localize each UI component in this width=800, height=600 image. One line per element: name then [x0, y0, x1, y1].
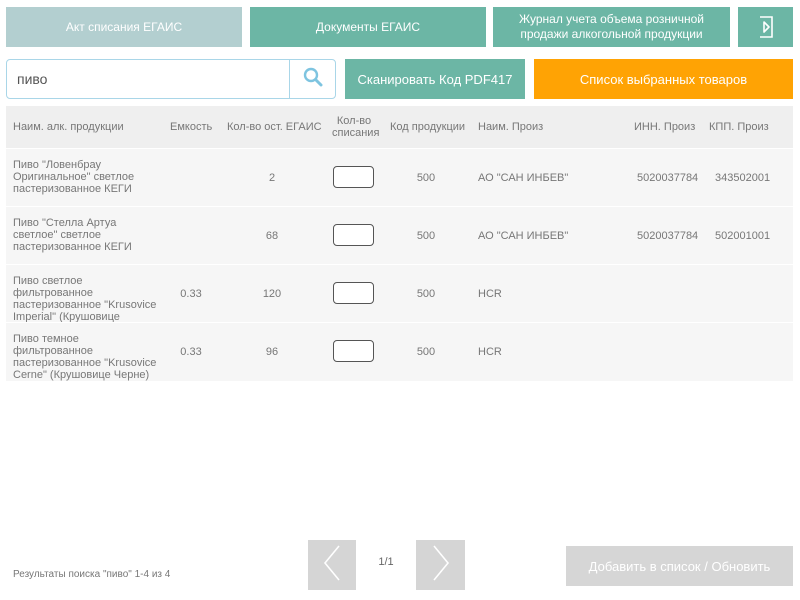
- search-results-status: Результаты поиска "пиво" 1-4 из 4: [13, 569, 171, 580]
- header-kpp: КПП. Произ: [709, 121, 769, 133]
- scan-pdf417-label: Сканировать Код PDF417: [357, 71, 513, 87]
- row-inn: 5020037784: [637, 230, 699, 242]
- retail-sales-journal-button[interactable]: Журнал учета объема розничной продажи ал…: [493, 7, 730, 47]
- row-producer: HCR: [478, 346, 502, 358]
- retail-sales-journal-label: Журнал учета объема розничной продажи ал…: [519, 12, 704, 41]
- header-producer: Наим. Произ: [478, 121, 544, 133]
- table-row[interactable]: Пиво темное фильтрованное пастеризованно…: [6, 322, 793, 381]
- table-row[interactable]: Пиво "Стелла Артуа светлое" светлое паст…: [6, 206, 793, 265]
- row-stock: 96: [265, 346, 279, 358]
- table-row[interactable]: Пиво светлое фильтрованное пастеризованн…: [6, 264, 793, 323]
- page-indicator: 1/1: [378, 556, 394, 568]
- row-code: 500: [416, 230, 436, 242]
- header-capacity: Емкость: [170, 121, 213, 133]
- scan-pdf417-button[interactable]: Сканировать Код PDF417: [345, 59, 525, 99]
- writeoff-quantity-input[interactable]: [333, 282, 374, 304]
- row-capacity: 0.33: [180, 288, 202, 300]
- products-table: Наим. алк. продукции Емкость Кол-во ост.…: [6, 106, 793, 381]
- row-stock: 68: [265, 230, 279, 242]
- table-row[interactable]: Пиво "Ловенбрау Оригинальное" светлое па…: [6, 148, 793, 207]
- egais-documents-label: Документы ЕГАИС: [315, 19, 421, 34]
- header-inn: ИНН. Произ: [634, 121, 696, 133]
- selected-items-list-button[interactable]: Список выбранных товаров: [534, 59, 793, 99]
- row-name: Пиво "Ловенбрау Оригинальное" светлое па…: [13, 159, 135, 195]
- add-to-list-update-button[interactable]: Добавить в список / Обновить: [566, 546, 793, 586]
- previous-page-button[interactable]: [308, 540, 356, 590]
- writeoff-quantity-input[interactable]: [333, 166, 374, 188]
- row-producer: АО "САН ИНБЕВ": [478, 172, 569, 184]
- add-to-list-update-label: Добавить в список / Обновить: [588, 558, 771, 574]
- chevron-left-icon: [322, 543, 342, 588]
- row-stock: 120: [262, 288, 282, 300]
- row-code: 500: [416, 288, 436, 300]
- selected-items-list-label: Список выбранных товаров: [579, 71, 748, 87]
- row-kpp: 502001001: [715, 230, 771, 242]
- writeoff-quantity-input[interactable]: [333, 224, 374, 246]
- chevron-right-icon: [431, 543, 451, 588]
- exit-button[interactable]: [738, 7, 793, 47]
- search-icon: [303, 67, 323, 92]
- next-page-button[interactable]: [416, 540, 465, 590]
- table-header: Наим. алк. продукции Емкость Кол-во ост.…: [6, 106, 793, 148]
- header-stock: Кол-во ост. ЕГАИС: [227, 121, 322, 133]
- row-kpp: 343502001: [715, 172, 771, 184]
- row-name: Пиво "Стелла Артуа светлое" светлое паст…: [13, 217, 132, 253]
- row-capacity: 0.33: [180, 346, 202, 358]
- search-button[interactable]: [289, 60, 336, 98]
- exit-arrow-icon: [756, 15, 776, 39]
- egais-documents-button[interactable]: Документы ЕГАИС: [250, 7, 486, 47]
- header-code: Код продукции: [390, 121, 466, 133]
- act-writeoff-egais-label: Акт списания ЕГАИС: [65, 19, 183, 34]
- act-writeoff-egais-button[interactable]: Акт списания ЕГАИС: [6, 7, 242, 47]
- row-producer: АО "САН ИНБЕВ": [478, 230, 569, 242]
- row-code: 500: [416, 172, 436, 184]
- header-writeoff: Кол-во списания: [332, 115, 380, 139]
- row-producer: HCR: [478, 288, 502, 300]
- header-name: Наим. алк. продукции: [13, 121, 124, 133]
- search-input[interactable]: [7, 60, 309, 98]
- search-box: [6, 59, 336, 99]
- row-inn: 5020037784: [637, 172, 699, 184]
- row-name: Пиво светлое фильтрованное пастеризованн…: [13, 275, 157, 323]
- row-stock: 2: [268, 172, 276, 184]
- writeoff-quantity-input[interactable]: [333, 340, 374, 362]
- row-name: Пиво темное фильтрованное пастеризованно…: [13, 333, 157, 381]
- row-code: 500: [416, 346, 436, 358]
